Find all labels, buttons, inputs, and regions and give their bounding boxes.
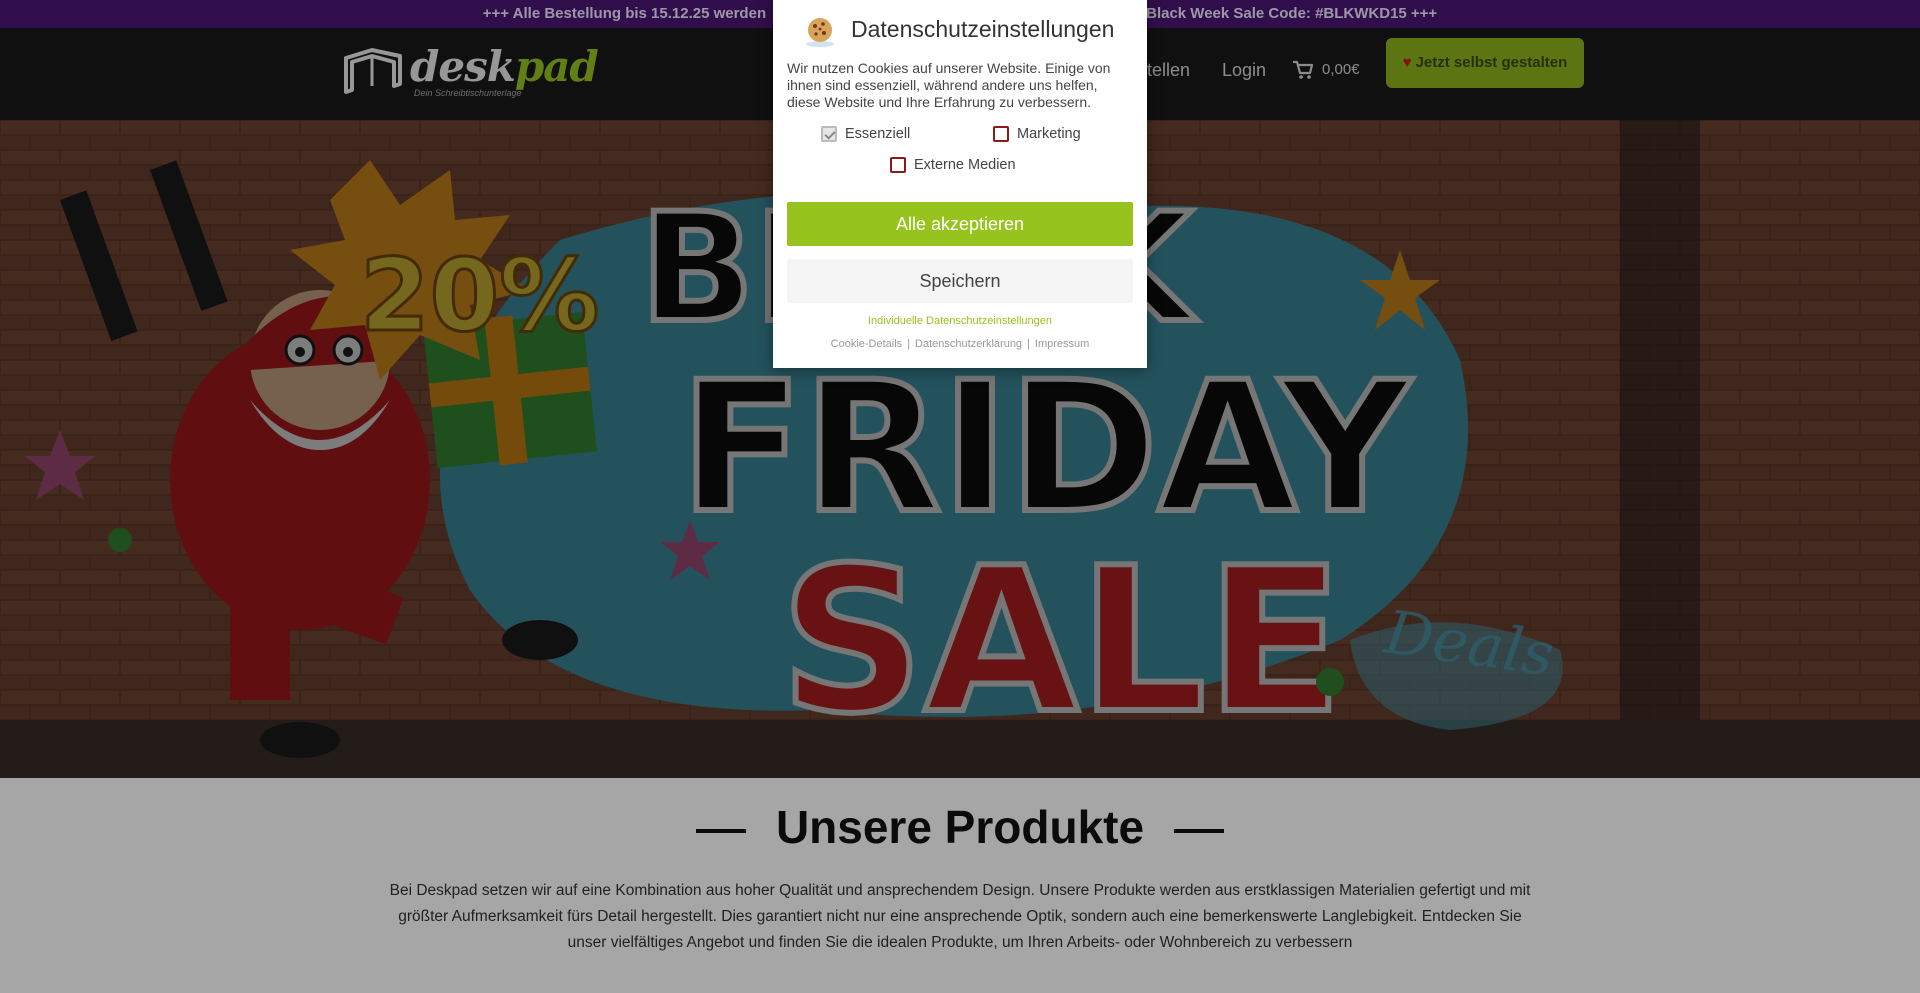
checkbox-external-media-box[interactable] bbox=[890, 157, 906, 174]
cookie-icon bbox=[806, 18, 834, 47]
privacy-policy-link[interactable]: Datenschutzerklärung bbox=[915, 338, 1022, 350]
individual-settings-link[interactable]: Individuelle Datenschutzeinstellungen bbox=[773, 315, 1147, 327]
modal-title: Datenschutzeinstellungen bbox=[851, 16, 1115, 42]
checkbox-essential-box[interactable] bbox=[821, 126, 837, 143]
link-separator: | bbox=[1027, 338, 1030, 350]
checkbox-external-media-label: Externe Medien bbox=[914, 157, 1016, 173]
cookie-consent-modal: Datenschutzeinstellungen Wir nutzen Cook… bbox=[773, 0, 1147, 368]
imprint-link[interactable]: Impressum bbox=[1035, 338, 1089, 350]
checkbox-essential[interactable]: Essenziell bbox=[821, 124, 910, 144]
accept-all-button[interactable]: Alle akzeptieren bbox=[787, 202, 1133, 246]
link-separator: | bbox=[907, 338, 911, 350]
save-button[interactable]: Speichern bbox=[787, 259, 1133, 303]
modal-description: Wir nutzen Cookies auf unserer Website. … bbox=[787, 60, 1111, 110]
cookie-details-link[interactable]: Cookie-Details bbox=[831, 338, 903, 350]
modal-footer-links: Cookie-Details | Datenschutzerklärung | Impr… bbox=[773, 338, 1147, 350]
checkbox-essential-label: Essenziell bbox=[845, 126, 911, 142]
checkbox-external-media[interactable]: Externe Medien bbox=[890, 155, 1016, 175]
checkbox-marketing-box[interactable] bbox=[993, 126, 1009, 143]
checkbox-marketing[interactable]: Marketing bbox=[993, 124, 1081, 144]
checkbox-marketing-label: Marketing bbox=[1017, 126, 1081, 142]
